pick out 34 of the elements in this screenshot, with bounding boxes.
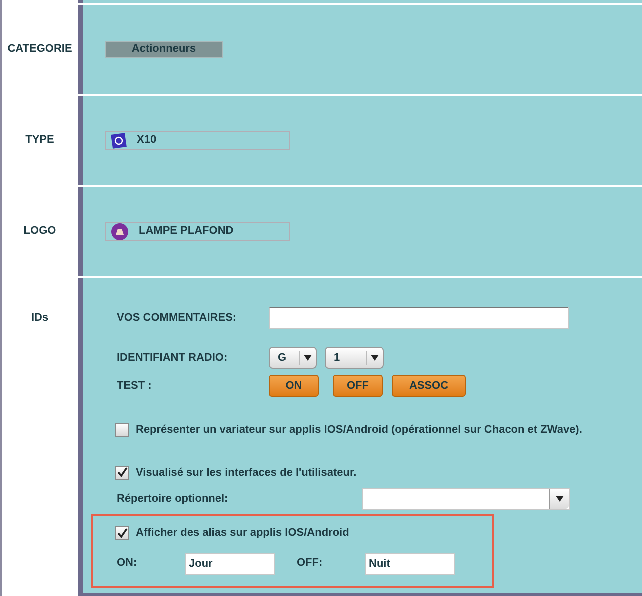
field-label: Répertoire optionnel: (117, 492, 230, 507)
test-button[interactable]: ASSOC (392, 375, 466, 397)
category-tag: Actionneurs (105, 41, 223, 58)
checkmark-icon (116, 467, 128, 478)
dropdown-arrow-icon (556, 496, 564, 502)
row-label: TYPE (26, 133, 54, 148)
x10-icon (111, 132, 127, 148)
checkmark-icon (116, 528, 128, 539)
value-text: LAMPE PLAFOND (139, 224, 234, 240)
lamp-icon (111, 222, 129, 240)
checkbox[interactable] (115, 423, 129, 438)
row-label: LOGO (24, 224, 56, 240)
field-label: OFF: (297, 556, 324, 572)
radio-select[interactable]: 1 (325, 347, 384, 369)
test-button[interactable]: OFF (333, 375, 383, 397)
checkbox[interactable] (115, 526, 129, 540)
value-text: X10 (137, 133, 157, 148)
checkbox-label: Représenter un variateur sur applis IOS/Android (opérationnel sur Chacon et ZWave). (136, 423, 582, 438)
on-alias-field[interactable]: Jour (185, 552, 275, 574)
field-label: IDENTIFIANT RADIO: (117, 350, 229, 366)
off-alias-field[interactable]: Nuit (365, 552, 455, 574)
dropdown-arrow-icon (304, 355, 312, 361)
checkbox[interactable] (115, 466, 129, 480)
field-label: ON: (117, 556, 138, 572)
checkbox-label: Visualisé sur les interfaces de l'utilisateur. (136, 466, 357, 480)
row-label: CATEGORIE (8, 42, 72, 58)
comments-field[interactable] (269, 307, 569, 329)
radio-select[interactable]: G (269, 347, 317, 369)
checkbox-label: Afficher des alias sur applis IOS/Android (136, 526, 350, 541)
dropdown-arrow-icon (371, 355, 379, 361)
test-button[interactable]: ON (269, 375, 319, 397)
row-label: IDs (31, 311, 49, 326)
field-label: VOS COMMENTAIRES: (117, 310, 238, 326)
field-label: TEST : (117, 378, 153, 394)
